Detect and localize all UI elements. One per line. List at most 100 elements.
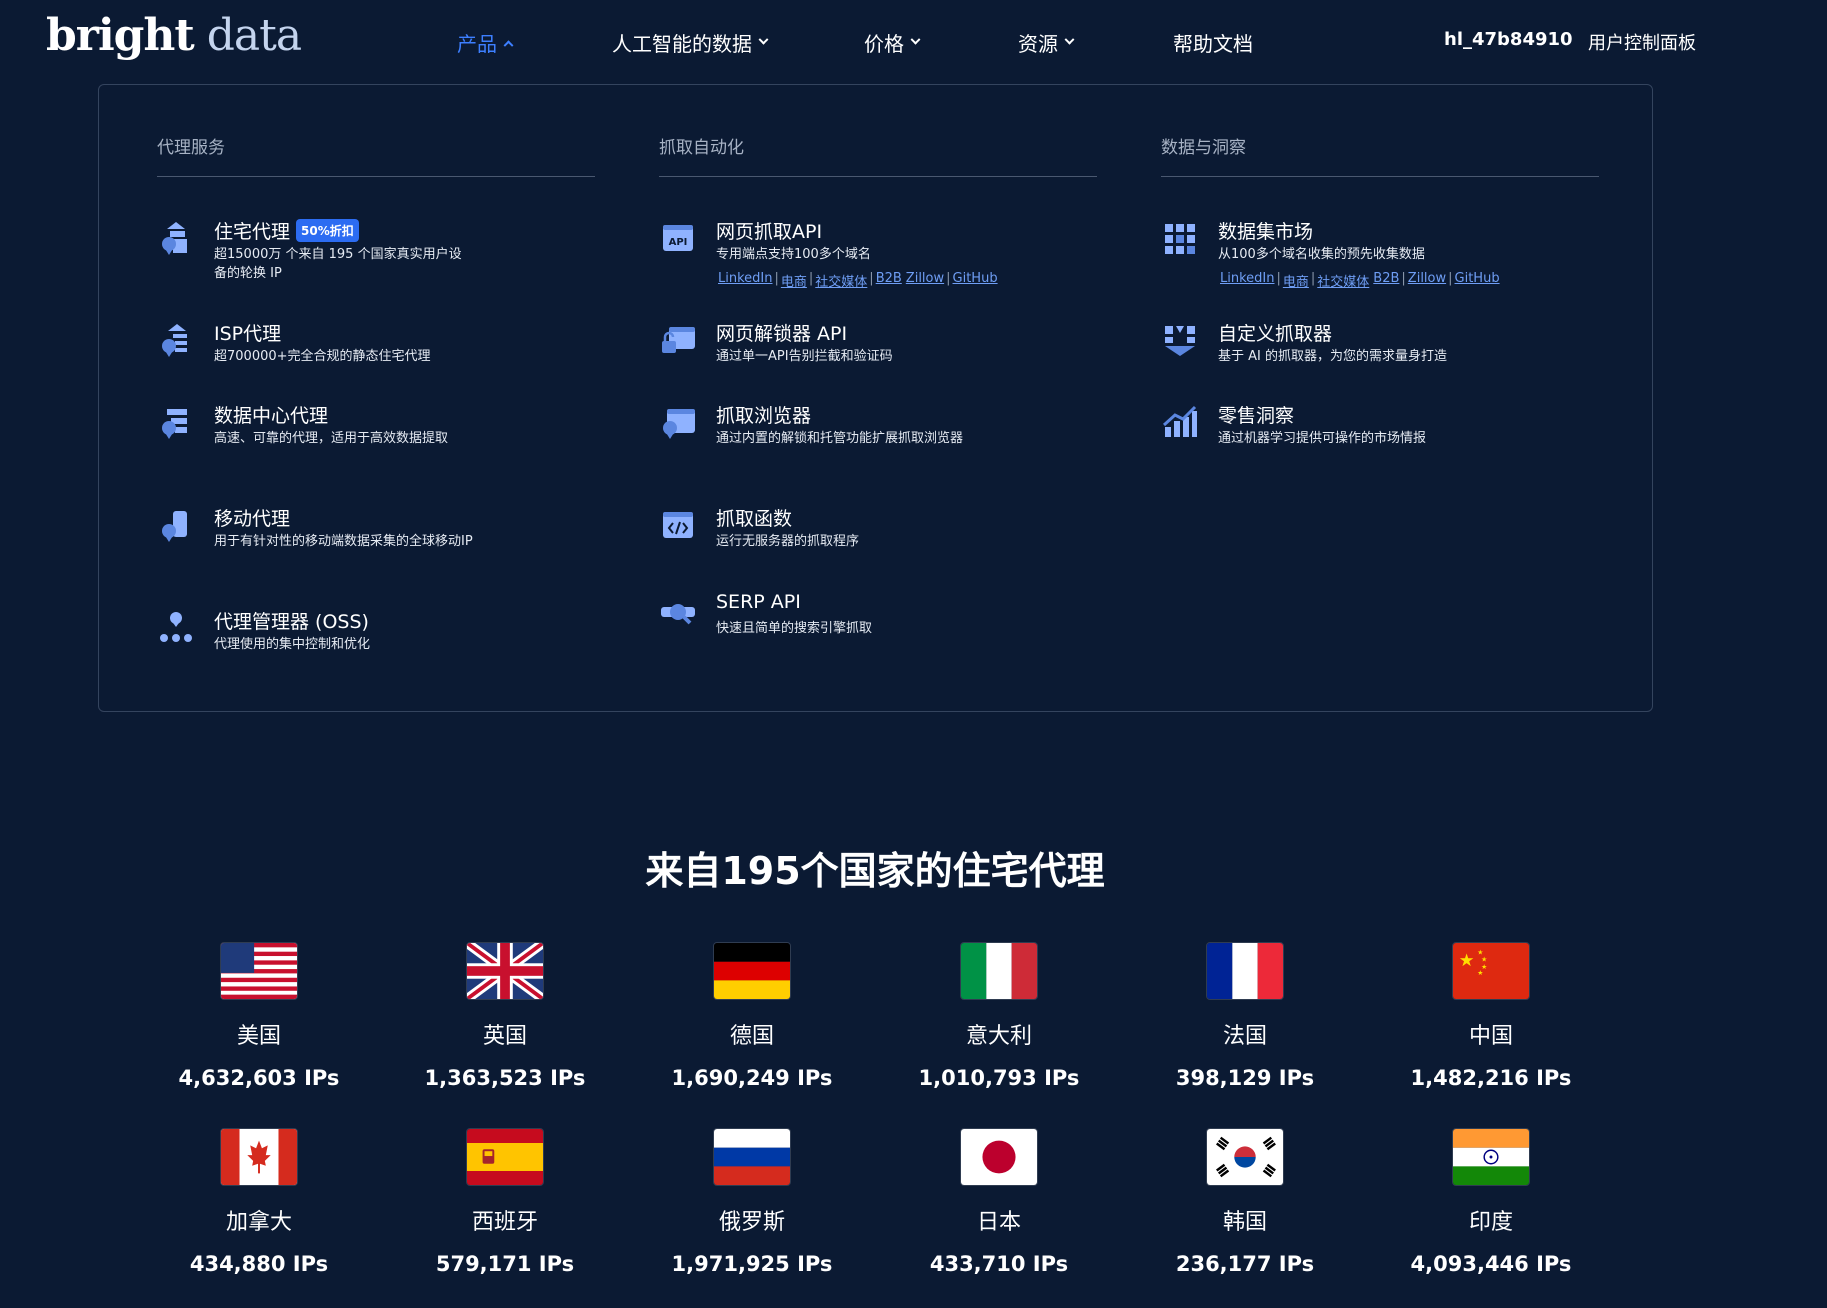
menu-item-web-scraper-api[interactable]: API 网页抓取API 专用端点支持100多个域名 LinkedIn | 电商 | … — [659, 217, 1097, 292]
nav-docs[interactable]: 帮助文档 — [1173, 28, 1253, 57]
nav-username[interactable]: hl_47b84910 — [1444, 29, 1573, 50]
nav-products[interactable]: 产品 — [457, 28, 514, 57]
menu-item-web-unlocker-api[interactable]: 网页解锁器 API 通过单一API告别拦截和验证码 — [659, 319, 1097, 369]
country-card-uk[interactable]: 英国 1,363,523 IPs — [405, 942, 605, 1090]
link-github[interactable]: GitHub — [1453, 271, 1502, 290]
country-card-us[interactable]: 美国 4,632,603 IPs — [159, 942, 359, 1090]
country-card-korea[interactable]: 韩国 236,177 IPs — [1145, 1128, 1345, 1276]
link-b2b[interactable]: B2B — [874, 271, 904, 290]
country-ip-count: 4,093,446 IPs — [1410, 1252, 1572, 1276]
nav-pricing[interactable]: 价格 — [864, 28, 921, 57]
nav-resources[interactable]: 资源 — [1018, 28, 1075, 57]
link-b2b[interactable]: B2B — [1371, 271, 1401, 290]
item-description: 通过机器学习提供可操作的市场情报 — [1218, 431, 1427, 446]
country-ip-count: 1,482,216 IPs — [1410, 1066, 1572, 1090]
country-name: 意大利 — [965, 1024, 1032, 1049]
item-title: 网页抓取API — [716, 221, 823, 243]
nav-dashboard-link[interactable]: 用户控制面板 — [1588, 29, 1696, 55]
datacenter-proxy-icon — [162, 409, 187, 439]
menu-item-custom-scraper[interactable]: 自定义抓取器 基于 AI 的抓取器，为您的需求量身打造 — [1161, 319, 1599, 369]
menu-item-dataset-marketplace[interactable]: 数据集市场 从100多个域名收集的预先收集数据 LinkedIn | 电商 | 社交… — [1161, 217, 1599, 292]
country-card-india[interactable]: 印度 4,093,446 IPs — [1391, 1128, 1591, 1276]
discount-badge: 50%折扣 — [296, 219, 359, 242]
country-name: 法国 — [1222, 1024, 1267, 1049]
api-icon: API — [663, 225, 693, 251]
country-name: 俄罗斯 — [718, 1210, 785, 1235]
item-description: 通过单一API告别拦截和验证码 — [716, 349, 893, 364]
menu-item-serp-api[interactable]: SERP API 快速且简单的搜索引擎抓取 — [659, 591, 1097, 641]
item-description: 代理使用的集中控制和优化 — [214, 637, 371, 652]
menu-item-isp-proxy[interactable]: ISP代理 超700000+完全合规的静态住宅代理 — [157, 319, 595, 369]
item-title: 自定义抓取器 — [1218, 323, 1333, 345]
bright-data-logo[interactable]: bright data — [46, 10, 302, 61]
country-name: 加拿大 — [225, 1210, 292, 1235]
country-card-germany[interactable]: 德国 1,690,249 IPs — [652, 942, 852, 1090]
nav-resources-label: 资源 — [1018, 32, 1058, 56]
korea-flag-icon — [1206, 1128, 1284, 1186]
china-flag-icon: ★ ★ ★ ★ ★ — [1452, 942, 1530, 1000]
country-card-japan[interactable]: 日本 433,710 IPs — [899, 1128, 1099, 1276]
link-github[interactable]: GitHub — [951, 271, 1000, 290]
nav-ai-data-label: 人工智能的数据 — [612, 32, 752, 56]
country-ip-count: 236,177 IPs — [1175, 1252, 1315, 1276]
isp-proxy-icon — [162, 324, 187, 357]
link-linkedin[interactable]: LinkedIn — [1218, 271, 1276, 290]
country-card-spain[interactable]: 西班牙 579,171 IPs — [405, 1128, 605, 1276]
item-title: 零售洞察 — [1218, 405, 1295, 427]
item-description: 超700000+完全合规的静态住宅代理 — [214, 349, 431, 364]
item-description: 运行无服务器的抓取程序 — [716, 534, 860, 549]
menu-item-scraping-browser[interactable]: 抓取浏览器 通过内置的解锁和托管功能扩展抓取浏览器 — [659, 401, 1097, 471]
item-title-text: 住宅代理 — [214, 221, 291, 243]
france-flag-icon — [1206, 942, 1284, 1000]
country-card-russia[interactable]: 俄罗斯 1,971,925 IPs — [652, 1128, 852, 1276]
nav-ai-data[interactable]: 人工智能的数据 — [612, 28, 769, 57]
spain-flag-icon — [466, 1128, 544, 1186]
country-card-china[interactable]: ★ ★ ★ ★ ★ 中国 1,482,216 IPs — [1391, 942, 1591, 1090]
svg-text:★: ★ — [1459, 951, 1475, 971]
domain-links: LinkedIn | 电商 | 社交媒体 | B2B Zillow | GitHub — [716, 271, 1000, 290]
item-title: 代理管理器 (OSS) — [214, 611, 369, 633]
country-card-canada[interactable]: 加拿大 434,880 IPs — [159, 1128, 359, 1276]
link-ecommerce[interactable]: 电商 — [1281, 271, 1311, 290]
column-heading: 数据与洞察 — [1161, 138, 1246, 158]
menu-item-mobile-proxy[interactable]: 移动代理 用于有针对性的移动端数据采集的全球移动IP — [157, 504, 595, 574]
unlocker-icon — [662, 327, 695, 353]
item-title: ISP代理 — [214, 323, 282, 345]
residential-proxy-icon — [162, 222, 187, 255]
link-social-media[interactable]: 社交媒体 — [813, 271, 869, 290]
products-mega-menu: 代理服务 住宅代理 50%折扣 超15000万 个来自 195 个国家真实用户设… — [98, 84, 1653, 712]
countries-section-title: 来自195个国家的住宅代理 — [645, 849, 1105, 893]
link-social-media[interactable]: 社交媒体 — [1315, 271, 1371, 290]
menu-item-retail-insights[interactable]: 零售洞察 通过机器学习提供可操作的市场情报 — [1161, 401, 1599, 451]
chart-icon — [1162, 405, 1197, 437]
nav-pricing-label: 价格 — [864, 32, 904, 56]
link-linkedin[interactable]: LinkedIn — [716, 271, 774, 290]
item-title: SERP API — [716, 591, 801, 613]
germany-flag-icon — [713, 942, 791, 1000]
item-description: 基于 AI 的抓取器，为您的需求量身打造 — [1218, 349, 1447, 364]
item-description: 通过内置的解锁和托管功能扩展抓取浏览器 — [716, 431, 964, 446]
item-description: 用于有针对性的移动端数据采集的全球移动IP — [214, 534, 473, 549]
custom-scraper-icon — [1165, 326, 1195, 356]
menu-item-proxy-manager[interactable]: 代理管理器 (OSS) 代理使用的集中控制和优化 — [157, 607, 595, 657]
menu-item-datacenter-proxy[interactable]: 数据中心代理 高速、可靠的代理，适用于高效数据提取 — [157, 401, 595, 471]
domain-links: LinkedIn | 电商 | 社交媒体 B2B | Zillow | GitHub — [1218, 271, 1502, 290]
browser-icon — [663, 409, 695, 439]
logo-word-bright: bright — [46, 10, 195, 61]
column-divider — [157, 176, 595, 177]
menu-item-scraping-functions[interactable]: 抓取函数 运行无服务器的抓取程序 — [659, 504, 1097, 554]
link-zillow[interactable]: Zillow — [904, 271, 946, 290]
grid-icon — [1165, 224, 1195, 254]
link-ecommerce[interactable]: 电商 — [779, 271, 809, 290]
country-ip-count: 433,710 IPs — [929, 1252, 1069, 1276]
menu-item-residential-proxy[interactable]: 住宅代理 50%折扣 超15000万 个来自 195 个国家真实用户设备的轮换 … — [157, 217, 595, 287]
link-zillow[interactable]: Zillow — [1406, 271, 1448, 290]
country-name: 日本 — [976, 1210, 1021, 1235]
country-ip-count: 1,363,523 IPs — [424, 1066, 586, 1090]
chevron-up-icon — [503, 40, 514, 51]
country-card-france[interactable]: 法国 398,129 IPs — [1145, 942, 1345, 1090]
item-description: 超15000万 个来自 195 个国家真实用户设备的轮换 IP — [214, 247, 462, 281]
italy-flag-icon — [960, 942, 1038, 1000]
russia-flag-icon — [713, 1128, 791, 1186]
country-card-italy[interactable]: 意大利 1,010,793 IPs — [899, 942, 1099, 1090]
